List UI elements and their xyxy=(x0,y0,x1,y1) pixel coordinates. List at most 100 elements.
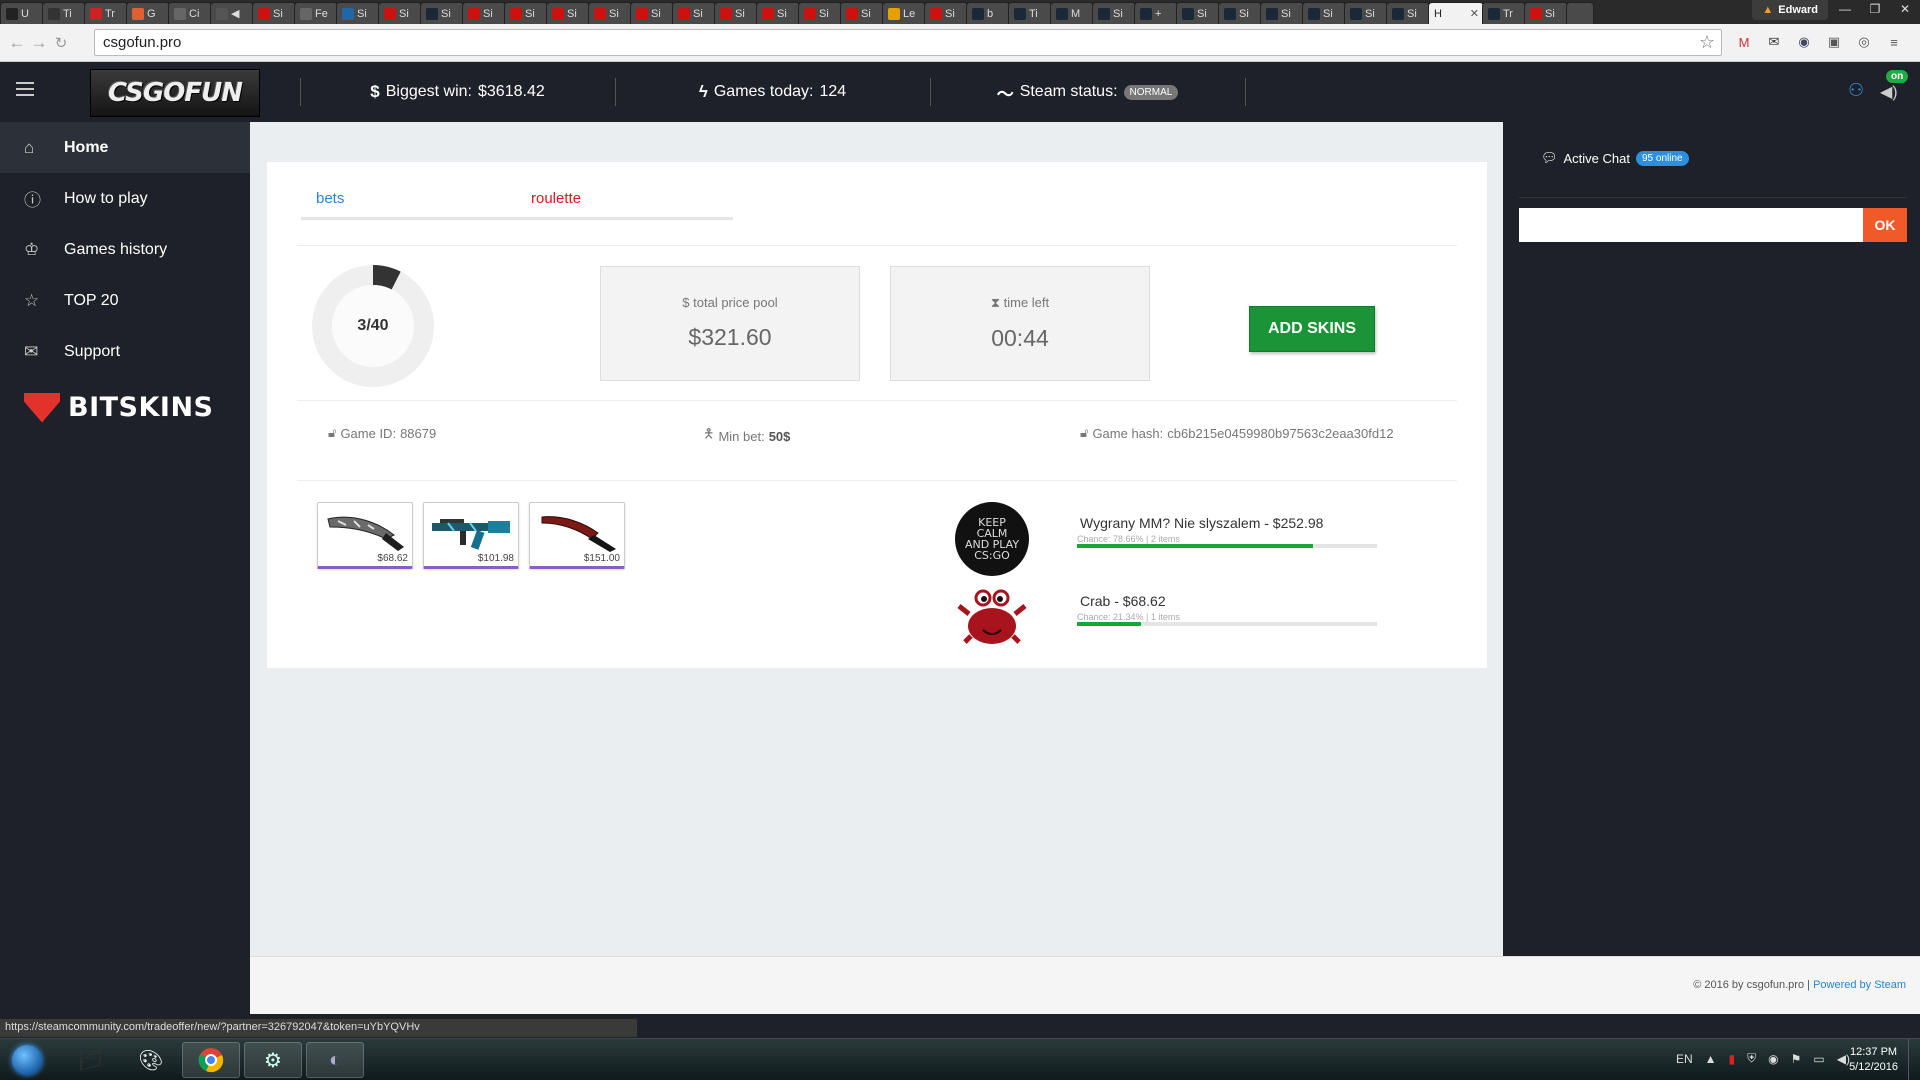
browser-tab[interactable]: Ti xyxy=(1008,2,1052,24)
player-avatar[interactable]: KEEP CALM AND PLAY CS:GO xyxy=(955,502,1029,576)
sound-icon[interactable]: ◀) xyxy=(1880,82,1898,102)
sidebar-item-top20[interactable]: ☆ TOP 20 xyxy=(0,275,250,326)
browser-tab[interactable]: G xyxy=(126,2,170,24)
bitskins-logo-icon xyxy=(24,392,60,423)
sidebar-item-how-to-play[interactable]: ⓘ How to play xyxy=(0,173,250,224)
user-icon[interactable]: ⚇ xyxy=(1848,80,1864,101)
browser-tab[interactable]: Si xyxy=(420,2,464,24)
tray-app-icon[interactable]: ▮ xyxy=(1729,1052,1736,1066)
browser-tab[interactable]: Si xyxy=(378,2,422,24)
tab-roulette[interactable]: roulette xyxy=(531,190,581,207)
paint-taskbar-icon[interactable]: 🎨︎ xyxy=(122,1042,180,1078)
browser-tab[interactable]: Si xyxy=(756,2,800,24)
browser-tab[interactable]: M xyxy=(1050,2,1094,24)
skin-item[interactable]: $101.98 xyxy=(423,502,519,569)
tab-bets[interactable]: bets xyxy=(316,190,344,207)
tray-volume-icon[interactable]: ◀) xyxy=(1837,1052,1850,1066)
maximize-button[interactable]: ❐ xyxy=(1860,0,1890,20)
bitskins-sponsor-logo[interactable]: BITSKINS xyxy=(24,392,214,423)
browser-tab[interactable]: Si xyxy=(1260,2,1304,24)
browser-tab-active[interactable]: H ✕ xyxy=(1428,2,1484,24)
browser-tab[interactable]: Si xyxy=(546,2,590,24)
sidebar-item-games-history[interactable]: ♔ Games history xyxy=(0,224,250,275)
app-taskbar-icon[interactable]: ◐ xyxy=(306,1042,364,1078)
browser-tab[interactable]: Le xyxy=(882,2,926,24)
close-window-button[interactable]: ✕ xyxy=(1890,0,1920,20)
taskbar-clock[interactable]: 12:37 PM 5/12/2016 xyxy=(1849,1045,1898,1075)
chrome-taskbar-icon[interactable] xyxy=(182,1042,240,1078)
address-bar[interactable]: csgofun.pro ☆ xyxy=(94,29,1722,56)
browser-tab[interactable]: Si xyxy=(1176,2,1220,24)
steam-status-badge: NORMAL xyxy=(1123,84,1179,100)
browser-tab[interactable]: Si xyxy=(714,2,758,24)
tray-shield-icon[interactable]: ⛨ xyxy=(1747,1051,1756,1066)
browser-tab[interactable]: b xyxy=(966,2,1010,24)
powered-by-steam-link[interactable]: Powered by Steam xyxy=(1813,979,1906,991)
tray-flag-icon[interactable]: ⚑ xyxy=(1791,1052,1802,1066)
browser-tab[interactable]: Si xyxy=(252,2,296,24)
player-avatar[interactable] xyxy=(955,580,1029,654)
sidebar-item-support[interactable]: ✉ Support xyxy=(0,326,250,377)
browser-tab[interactable]: Si xyxy=(630,2,674,24)
browser-tab[interactable]: Si xyxy=(1524,2,1568,24)
browser-tab[interactable]: Si xyxy=(1386,2,1430,24)
minimize-button[interactable]: — xyxy=(1830,0,1860,20)
sidebar-item-home[interactable]: ⌂ Home xyxy=(0,122,250,173)
browser-tab[interactable]: Ti xyxy=(42,2,86,24)
back-button[interactable]: ← xyxy=(6,33,28,53)
bookmark-star-icon[interactable]: ☆ xyxy=(1699,32,1715,53)
browser-tab[interactable]: Si xyxy=(924,2,968,24)
skin-item[interactable]: $68.62 xyxy=(317,502,413,569)
player-name: Crab - $68.62 xyxy=(1080,593,1166,609)
browser-tab[interactable]: + xyxy=(1134,2,1178,24)
close-tab-icon[interactable]: ✕ xyxy=(1470,7,1479,20)
reload-button[interactable]: ↻ xyxy=(50,34,72,52)
browser-tab[interactable]: Tr xyxy=(84,2,128,24)
window-controls: — ❐ ✕ xyxy=(1830,0,1920,20)
browser-tab[interactable]: Si xyxy=(1218,2,1262,24)
chat-send-button[interactable]: OK xyxy=(1863,208,1907,242)
browser-tab[interactable]: Fe xyxy=(294,2,338,24)
browser-tab[interactable]: Si xyxy=(840,2,884,24)
language-indicator[interactable]: EN xyxy=(1676,1052,1693,1066)
browser-tab-label: M xyxy=(1071,7,1081,20)
browser-tab[interactable]: Tr xyxy=(1482,2,1526,24)
menu-icon[interactable]: ≡ xyxy=(1884,32,1904,52)
browser-tab[interactable]: U xyxy=(0,2,44,24)
mail-extension-icon[interactable]: ✉ xyxy=(1764,32,1784,52)
skin-item[interactable]: $151.00 xyxy=(529,502,625,569)
browser-tab[interactable]: Si xyxy=(1302,2,1346,24)
globe-extension-icon[interactable]: ◉ xyxy=(1794,32,1814,52)
explorer-taskbar-icon[interactable]: 📁︎ xyxy=(62,1042,120,1078)
new-tab-button[interactable] xyxy=(1566,2,1594,24)
browser-tab[interactable]: Si xyxy=(462,2,506,24)
circle-extension-icon[interactable]: ◎ xyxy=(1854,32,1874,52)
browser-tab[interactable]: Si xyxy=(504,2,548,24)
tray-expand-icon[interactable]: ▲ xyxy=(1705,1052,1717,1066)
audio-icon xyxy=(216,7,228,20)
browser-tab[interactable]: ◀ xyxy=(210,2,254,24)
tray-network-icon[interactable]: ▭ xyxy=(1813,1052,1824,1066)
start-button[interactable] xyxy=(5,1041,49,1079)
browser-tab[interactable]: Si xyxy=(798,2,842,24)
browser-tab[interactable]: Ci xyxy=(168,2,212,24)
add-skins-button[interactable]: ADD SKINS xyxy=(1249,306,1375,352)
show-desktop-button[interactable] xyxy=(1908,1039,1920,1080)
steam-icon xyxy=(1224,7,1236,20)
browser-tab[interactable]: Si xyxy=(1344,2,1388,24)
forward-button[interactable]: → xyxy=(28,33,50,53)
browser-tab[interactable]: Si xyxy=(336,2,380,24)
browser-profile[interactable]: ▲ Edward xyxy=(1752,0,1828,20)
browser-tab[interactable]: Si xyxy=(588,2,632,24)
browser-tab[interactable]: Si xyxy=(1092,2,1136,24)
tray-steam-icon[interactable]: ◉ xyxy=(1768,1052,1778,1066)
browser-tab-label: Si xyxy=(1545,7,1555,20)
site-logo[interactable]: CSGOFUN xyxy=(90,69,260,117)
steam-taskbar-icon[interactable]: ⚙︎ xyxy=(244,1042,302,1078)
gmail-extension-icon[interactable]: M xyxy=(1734,32,1754,52)
box-extension-icon[interactable]: ▣ xyxy=(1824,32,1844,52)
browser-tab[interactable]: Si xyxy=(672,2,716,24)
hamburger-menu-icon[interactable] xyxy=(16,82,34,96)
address-url: csgofun.pro xyxy=(103,34,182,51)
chat-input[interactable] xyxy=(1519,208,1863,242)
